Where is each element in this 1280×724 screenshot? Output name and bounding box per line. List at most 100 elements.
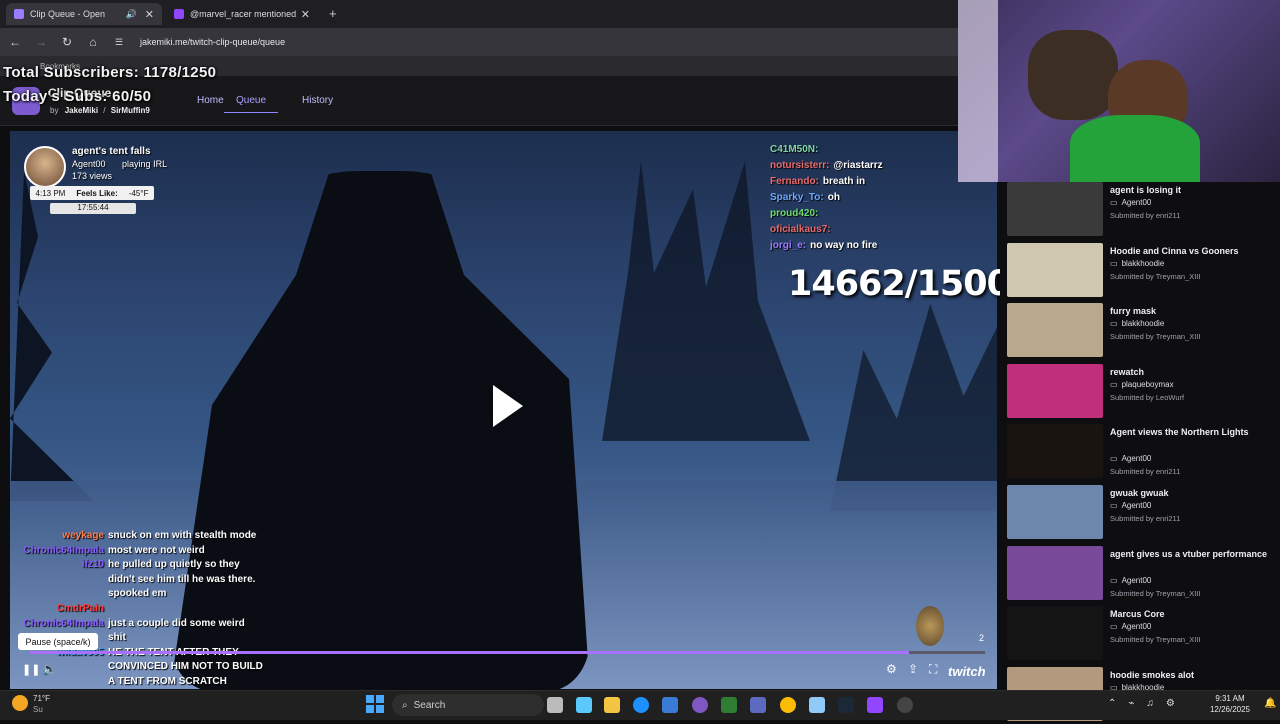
chat-text: most were not weird xyxy=(108,544,205,556)
chat-text: CONVINCED HIM NOT TO BUILD xyxy=(108,661,263,673)
clip-thumbnail[interactable] xyxy=(1007,303,1103,358)
back-button[interactable]: ← xyxy=(4,31,26,53)
settings-icon[interactable]: ⚙ xyxy=(886,662,897,676)
chat-username: oficialkaus7: xyxy=(770,224,831,235)
goal-counter: 14662/15000 xyxy=(788,264,1034,304)
address-bar-row: ← → ↻ ⌂ ☰ jakemiki.me/twitch-clip-queue/… xyxy=(0,28,958,56)
share-icon[interactable]: ⇪ xyxy=(908,662,918,676)
notification-icon[interactable]: 🔔 xyxy=(1264,698,1276,709)
clip-thumbnail[interactable] xyxy=(1007,182,1103,236)
file-explorer-icon[interactable] xyxy=(604,697,620,713)
twitch-icon[interactable] xyxy=(867,697,883,713)
queue-item[interactable]: rewatch ▭ plaqueboymax Submitted by LeoWurf xyxy=(1007,363,1277,421)
queue-item-channel: ▭ Agent00 xyxy=(1110,198,1151,207)
channel-name: Agent00 xyxy=(1121,198,1152,207)
system-tray-icons[interactable]: ⌃⌁♫⚙ xyxy=(1108,698,1187,709)
nav-home[interactable]: Home xyxy=(197,95,224,106)
clip-channel: Agent00 xyxy=(72,159,106,169)
queue-item-channel: ▭ plaqueboymax xyxy=(1110,380,1174,389)
queue-item-channel: ▭ Agent00 xyxy=(1110,501,1151,510)
chat-message: ifz10 he pulled up quietly so they xyxy=(0,559,270,570)
chat-text: didn't see him till he was there. xyxy=(108,573,256,585)
chrome-icon[interactable] xyxy=(780,697,796,713)
queue-item[interactable]: agent is losing it ▭ Agent00 Submitted by e… xyxy=(1007,182,1277,239)
queue-item[interactable]: Agent views the Northern Lights ▭ Agent00 S… xyxy=(1007,424,1277,481)
discord-icon[interactable] xyxy=(692,697,708,713)
queue-item[interactable]: Hoodie and Cinna vs Gooners ▭ blakkhoodie S… xyxy=(1007,242,1277,300)
excel-icon[interactable] xyxy=(721,697,737,713)
chat-message: Fernando: breath in xyxy=(770,176,865,187)
queue-item[interactable]: furry mask ▭ blakkhoodie Submitted by Treym… xyxy=(1007,303,1277,360)
nav-queue[interactable]: Queue xyxy=(224,95,279,113)
queue-item-channel: ▭ Agent00 xyxy=(1110,576,1151,585)
chat-bubble-icon: ▭ xyxy=(1110,379,1118,389)
task-view-icon[interactable] xyxy=(547,697,563,713)
close-tab-icon[interactable]: ✕ xyxy=(145,8,154,21)
taskbar-clock[interactable]: 9:31 AM 12/26/2025 xyxy=(1200,693,1260,715)
chat-text: A TENT FROM SCRATCH xyxy=(108,676,227,687)
edge-icon[interactable] xyxy=(633,697,649,713)
clip-thumbnail[interactable] xyxy=(1007,485,1103,539)
close-tab-icon[interactable]: ✕ xyxy=(301,8,310,21)
queue-item[interactable]: agent gives us a vtuber performance ▭ Agen… xyxy=(1007,545,1277,603)
app-icon[interactable] xyxy=(750,697,766,713)
todays-subs: Today's Subs: 60/50 xyxy=(3,88,152,105)
chat-text: oh xyxy=(827,192,840,203)
clip-thumbnail[interactable] xyxy=(1007,424,1103,479)
queue-item-title: hoodie smokes alot xyxy=(1110,669,1195,680)
app-icon[interactable] xyxy=(809,697,825,713)
progress-bar[interactable] xyxy=(30,651,985,654)
channel-badge-icon xyxy=(916,606,944,646)
site-info-icon[interactable]: ☰ xyxy=(108,31,130,53)
weather-icon[interactable] xyxy=(12,695,28,711)
chat-message: Chronic64Impala most were not weird xyxy=(0,545,270,556)
reload-button[interactable]: ↻ xyxy=(56,31,78,53)
tab-mention[interactable]: @marvel_racer mentioned ✕ xyxy=(166,3,318,25)
fullscreen-icon[interactable]: ⛶ xyxy=(929,662,937,677)
pause-icon[interactable]: ❚❚ xyxy=(22,663,40,676)
queue-item[interactable]: Marcus Core ▭ Agent00 Submitted by Treyman_… xyxy=(1007,606,1277,663)
search-label: Search xyxy=(413,699,446,711)
clip-thumbnail[interactable] xyxy=(1007,606,1103,661)
chat-message: A TENT FROM SCRATCH xyxy=(0,676,270,687)
channel-name: Agent00 xyxy=(1121,454,1152,464)
queue-item-title: rewatch xyxy=(1110,366,1145,377)
author-jakemiki[interactable]: JakeMiki xyxy=(65,106,98,115)
taskbar-weather-temp[interactable]: 71°F xyxy=(33,694,50,703)
clip-meta: Agent00 playing IRL xyxy=(72,159,167,169)
chat-text: he pulled up quietly so they xyxy=(108,559,240,571)
volume-icon[interactable]: 🔈 xyxy=(42,662,57,676)
progress-fill xyxy=(30,651,909,654)
chat-message: CmdrPain xyxy=(0,603,270,614)
chat-bubble-icon: ▭ xyxy=(1110,454,1118,464)
speaker-icon[interactable]: 🔊 xyxy=(126,9,137,20)
tab-clip-queue[interactable]: Clip Queue - Open 🔊 ✕ xyxy=(6,3,162,25)
author-sirmuffin9[interactable]: SirMuffin9 xyxy=(111,106,150,115)
store-icon[interactable] xyxy=(662,697,678,713)
queue-item-submitter: Submitted by enri211 xyxy=(1110,467,1181,477)
copilot-icon[interactable] xyxy=(576,697,592,713)
queue-item-channel: ▭ blakkhoodie xyxy=(1110,319,1164,328)
streamer-shirt xyxy=(1070,115,1200,182)
queue-item[interactable]: gwuak gwuak ▭ Agent00 Submitted by enri211 xyxy=(1007,485,1277,542)
chat-username: jorgi_e: xyxy=(770,240,807,251)
clip-thumbnail[interactable] xyxy=(1007,545,1103,600)
clip-thumbnail[interactable] xyxy=(1007,363,1103,418)
home-button[interactable]: ⌂ xyxy=(82,31,104,53)
forward-button[interactable]: → xyxy=(30,31,52,53)
windows-start-icon[interactable] xyxy=(366,695,384,713)
chat-bubble-icon: ▭ xyxy=(1110,501,1118,510)
chat-username: notursisterr: xyxy=(770,160,830,171)
taskbar-search[interactable]: ⌕ Search xyxy=(392,694,544,716)
queue-item-submitter: Submitted by Treyman_XIII xyxy=(1110,588,1201,598)
url-field[interactable]: jakemiki.me/twitch-clip-queue/queue xyxy=(140,37,285,47)
new-tab-button[interactable]: + xyxy=(329,6,337,21)
twitch-logo[interactable]: twitch xyxy=(948,664,986,679)
steam-icon[interactable] xyxy=(838,697,854,713)
play-icon[interactable] xyxy=(493,385,523,427)
queue-item-submitter: Submitted by LeoWurf xyxy=(1110,392,1185,402)
obs-icon[interactable] xyxy=(897,697,913,713)
nav-history[interactable]: History xyxy=(302,95,333,106)
clip-thumbnail[interactable] xyxy=(1007,242,1103,297)
chat-text: just a couple did some weird xyxy=(108,617,245,629)
